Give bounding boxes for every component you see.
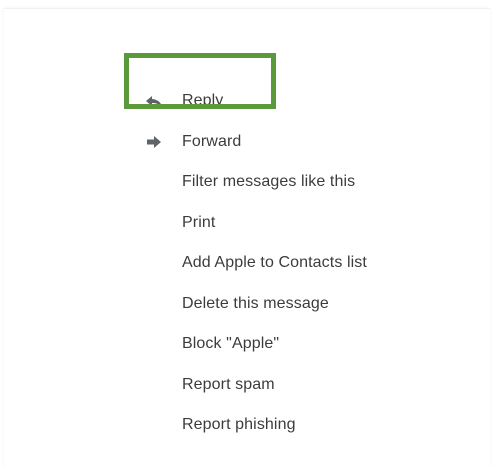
menu-item-reply[interactable]: Reply	[4, 81, 490, 122]
message-options-menu: Reply Forward Filter messages like this …	[4, 8, 490, 467]
menu-item-label: Add Apple to Contacts list	[182, 254, 367, 272]
menu-item-label: Report spam	[182, 375, 275, 393]
menu-item-label: Forward	[182, 132, 242, 150]
menu-item-label: Block "Apple"	[182, 335, 280, 353]
menu-item-filter-messages[interactable]: Filter messages like this	[4, 162, 490, 203]
menu-item-label: Print	[182, 213, 216, 231]
menu-item-report-spam[interactable]: Report spam	[4, 365, 490, 406]
forward-icon	[142, 132, 166, 152]
menu-item-delete-message[interactable]: Delete this message	[4, 284, 490, 325]
menu-item-label: Reply	[182, 92, 224, 110]
menu-item-block-sender[interactable]: Block "Apple"	[4, 324, 490, 365]
menu-item-forward[interactable]: Forward	[4, 122, 490, 163]
menu-list: Reply Forward Filter messages like this …	[4, 81, 490, 446]
menu-item-print[interactable]: Print	[4, 203, 490, 244]
menu-item-label: Report phishing	[182, 416, 296, 434]
menu-item-label: Delete this message	[182, 294, 329, 312]
menu-item-report-phishing[interactable]: Report phishing	[4, 405, 490, 446]
reply-icon	[142, 91, 166, 111]
menu-item-add-to-contacts[interactable]: Add Apple to Contacts list	[4, 243, 490, 284]
menu-item-label: Filter messages like this	[182, 173, 356, 191]
